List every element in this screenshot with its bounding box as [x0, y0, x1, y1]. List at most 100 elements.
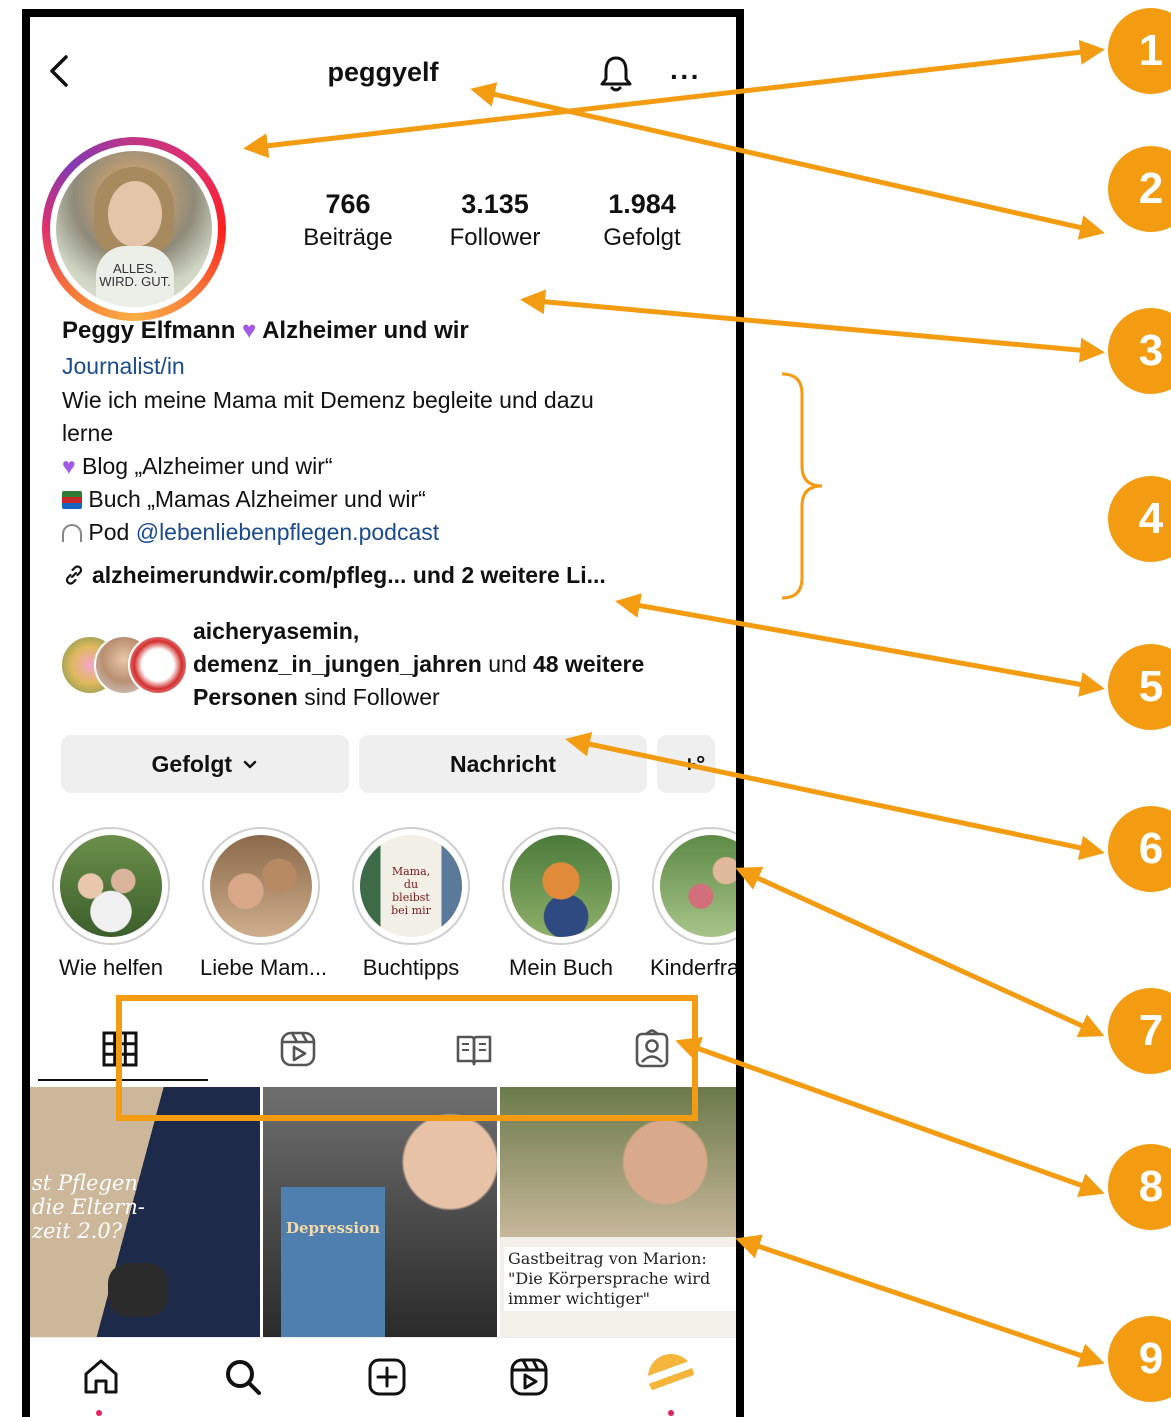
highlight-ring: [652, 827, 736, 945]
annotation-badge: 9: [1108, 1316, 1171, 1402]
highlight-thumbnail: [60, 835, 162, 937]
arrow-9: [735, 1234, 1105, 1368]
bio-pod-label: Pod: [88, 519, 130, 545]
create-post-icon[interactable]: [364, 1354, 410, 1400]
purple-heart-icon: ♥: [62, 453, 76, 479]
add-user-button[interactable]: +°: [657, 735, 715, 793]
profile-bio: Wie ich meine Mama mit Demenz begleite u…: [62, 384, 712, 549]
stat-followers-label: Follower: [449, 224, 541, 251]
mutual-user: aicheryasemin,: [193, 618, 360, 644]
highlight-ring: Mama, du bleibst bei mir: [352, 827, 470, 945]
highlight-item[interactable]: Liebe Mam...: [200, 827, 328, 981]
annotation-badge: 5: [1108, 644, 1171, 730]
post-grid: st Pflegen die Eltern- zeit 2.0? Depress…: [30, 1087, 736, 1337]
avatar-story-ring[interactable]: ALLES. WIRD. GUT.: [42, 137, 226, 321]
avatar-face: [108, 181, 162, 247]
followed-button[interactable]: Gefolgt: [61, 735, 349, 793]
phone-screen: peggyelf ··· ALLES. WIRD. GUT. 766 Beitr…: [22, 9, 744, 1417]
highlight-item[interactable]: Wie helfen: [50, 827, 172, 981]
bell-icon[interactable]: [598, 53, 634, 93]
stat-followers-value: 3.135: [461, 189, 529, 219]
arrow-7: [735, 866, 1105, 1038]
message-button[interactable]: Nachricht: [359, 735, 647, 793]
highlight-label: Kinderfra: [650, 955, 740, 980]
profile-links[interactable]: alzheimerundwir.com/pfleg... und 2 weite…: [62, 562, 606, 589]
post-book: Depression: [281, 1187, 385, 1337]
avatar: [128, 635, 188, 695]
avatar-shirt-text: ALLES. WIRD. GUT.: [96, 246, 174, 307]
bio-line: lerne: [62, 420, 114, 446]
annotation-badge: 8: [1108, 1144, 1171, 1230]
stat-following-label: Gefolgt: [603, 224, 681, 251]
avatar-ring-gap: ALLES. WIRD. GUT.: [50, 145, 218, 313]
highlight-ring: [502, 827, 620, 945]
highlight-ring: [52, 827, 170, 945]
annotation-badge: 3: [1108, 308, 1171, 394]
bio-line: Buch „Mamas Alzheimer und wir“: [62, 483, 712, 516]
mutual-count: 48 weitere: [533, 651, 645, 677]
highlight-ring: [202, 827, 320, 945]
mutual-followers-text[interactable]: aicheryasemin, demenz_in_jungen_jahren u…: [193, 615, 733, 714]
stat-following-value: 1.984: [608, 189, 676, 219]
bio-bracket: [781, 372, 823, 600]
link-icon: [65, 565, 83, 585]
books-icon: [62, 491, 82, 509]
stat-posts-value: 766: [325, 189, 371, 219]
annotation-badge: 7: [1108, 988, 1171, 1074]
post-text: Gastbeitrag von Marion: "Die Körpersprac…: [504, 1247, 736, 1311]
stat-followers[interactable]: 3.135 Follower: [435, 189, 555, 252]
post-text: Depression: [286, 1219, 380, 1237]
stat-posts-label: Beiträge: [303, 224, 393, 251]
bio-line: ♥ Blog „Alzheimer und wir“: [62, 450, 712, 483]
notification-dot: [668, 1410, 674, 1416]
bottom-navigation: [30, 1337, 736, 1417]
highlight-book-text: Mama, du bleibst bei mir: [391, 865, 431, 917]
search-icon[interactable]: [220, 1354, 266, 1400]
annotation-badge: 6: [1108, 806, 1171, 892]
highlight-thumbnail: [210, 835, 312, 937]
purple-heart-icon: ♥: [242, 317, 257, 344]
post-shoe: [108, 1263, 168, 1317]
highlight-label: Wie helfen: [59, 955, 163, 980]
bio-line: Wie ich meine Mama mit Demenz begleite u…: [62, 387, 594, 413]
notification-dot: [96, 1410, 102, 1416]
post-thumbnail[interactable]: Depression: [263, 1087, 497, 1337]
tabs-highlight-box: [116, 995, 698, 1121]
followed-button-label: Gefolgt: [151, 751, 233, 777]
stat-posts[interactable]: 766 Beiträge: [292, 189, 404, 252]
mutual-and: und: [481, 651, 534, 677]
profile-category: Journalist/in: [62, 353, 185, 379]
mutual-suffix: sind Follower: [297, 684, 440, 710]
mutual-persons: Personen: [193, 684, 298, 710]
highlight-label: Mein Buch: [509, 955, 613, 980]
display-name-suffix: Alzheimer und wir: [262, 317, 469, 344]
highlight-item[interactable]: Mama, du bleibst bei mir Buchtipps: [350, 827, 472, 981]
profile-link-text: alzheimerundwir.com/pfleg... und 2 weite…: [92, 562, 606, 588]
highlight-label: Liebe Mam...: [200, 955, 328, 980]
avatar: ALLES. WIRD. GUT.: [56, 151, 212, 307]
post-thumbnail[interactable]: Gastbeitrag von Marion: "Die Körpersprac…: [500, 1087, 736, 1337]
highlight-item[interactable]: Kinderfra: [650, 827, 740, 981]
reels-nav-icon[interactable]: [506, 1354, 552, 1400]
profile-nav-avatar[interactable]: [648, 1354, 694, 1400]
post-thumbnail[interactable]: st Pflegen die Eltern- zeit 2.0?: [30, 1087, 260, 1337]
display-name: Peggy Elfmann ♥ Alzheimer und wir: [62, 317, 469, 345]
home-icon[interactable]: [78, 1354, 124, 1400]
stat-following[interactable]: 1.984 Gefolgt: [584, 189, 700, 252]
highlight-thumbnail: [660, 835, 736, 937]
podcast-mention-link[interactable]: @lebenliebenpflegen.podcast: [136, 519, 439, 545]
headphones-icon: [62, 524, 82, 542]
annotation-badge: 2: [1108, 146, 1171, 232]
annotation-badge: 1: [1108, 8, 1171, 94]
annotation-badge: 4: [1108, 476, 1171, 562]
highlight-thumbnail: [510, 835, 612, 937]
post-text: st Pflegen die Eltern- zeit 2.0?: [32, 1171, 145, 1243]
chevron-down-icon: [244, 760, 257, 769]
mutual-user: demenz_in_jungen_jahren: [193, 651, 482, 677]
highlight-item[interactable]: Mein Buch: [500, 827, 622, 981]
bio-book-text: Buch „Mamas Alzheimer und wir“: [88, 486, 426, 512]
display-name-first: Peggy Elfmann: [62, 317, 236, 344]
mutual-followers-avatars[interactable]: [60, 635, 188, 695]
more-options-icon[interactable]: ···: [670, 61, 701, 93]
bio-blog-text: Blog „Alzheimer und wir“: [82, 453, 333, 479]
